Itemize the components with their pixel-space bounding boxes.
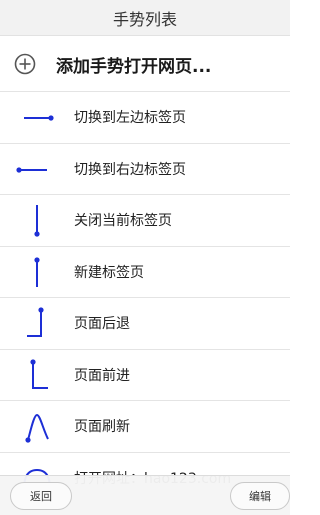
plus-circle-icon bbox=[14, 53, 50, 75]
gesture-row[interactable]: 页面后退 bbox=[0, 297, 290, 349]
gesture-label: 切换到右边标签页 bbox=[74, 161, 186, 178]
gesture-row[interactable]: 切换到右边标签页 bbox=[0, 142, 290, 195]
add-gesture-row[interactable]: 添加手势打开网页... bbox=[0, 37, 290, 91]
gesture-label: 切换到左边标签页 bbox=[74, 110, 186, 127]
gesture-row[interactable]: 新建标签页 bbox=[0, 245, 290, 298]
gesture-reverse-l-icon bbox=[0, 298, 74, 348]
gesture-line-up-icon bbox=[0, 247, 74, 297]
back-button[interactable]: 返回 bbox=[10, 482, 72, 510]
gesture-label: 新建标签页 bbox=[74, 264, 144, 281]
add-gesture-label: 添加手势打开网页... bbox=[56, 56, 212, 77]
gesture-label: 页面前进 bbox=[74, 367, 130, 384]
gesture-row[interactable]: 关闭当前标签页 bbox=[0, 194, 290, 246]
gesture-row[interactable]: 切换到左边标签页 bbox=[0, 91, 290, 143]
gesture-row[interactable]: 页面刷新 bbox=[0, 400, 290, 452]
gesture-line-right-icon bbox=[0, 92, 74, 142]
gesture-l-icon bbox=[0, 350, 74, 400]
gesture-label: 页面后退 bbox=[74, 316, 130, 333]
page-title: 手势列表 bbox=[112, 9, 177, 29]
gesture-line-left-icon bbox=[0, 144, 74, 194]
gesture-line-down-icon bbox=[0, 195, 74, 245]
gesture-label: 关闭当前标签页 bbox=[74, 213, 172, 230]
gesture-caret-icon bbox=[0, 401, 74, 451]
edit-button[interactable]: 编辑 bbox=[230, 482, 290, 510]
gesture-row[interactable]: 页面前进 bbox=[0, 348, 290, 401]
gesture-label: 页面刷新 bbox=[74, 419, 130, 436]
bottom-toolbar: 返回 编辑 bbox=[0, 475, 290, 515]
title-bar: 手势列表 bbox=[0, 0, 290, 36]
gesture-list: 切换到左边标签页 切换到右边标签页 关闭当前标签页 新建标签页 页面后退 页面前… bbox=[0, 91, 290, 503]
